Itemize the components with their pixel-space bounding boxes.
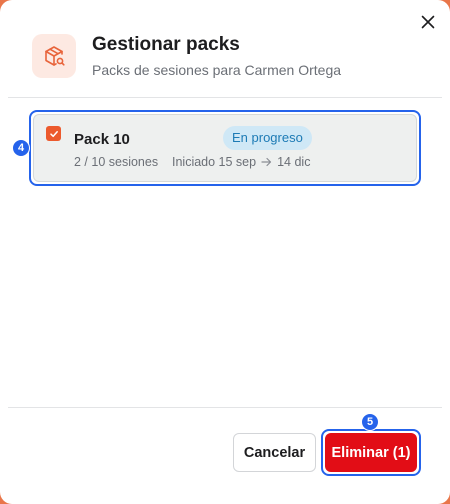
dialog-subtitle: Packs de sesiones para Carmen Ortega [92, 62, 342, 78]
delete-button[interactable]: Eliminar (1) [325, 433, 417, 472]
pack-sessions: 2 / 10 sesiones [74, 155, 159, 169]
header-divider [8, 97, 442, 98]
arrow-right-icon [261, 157, 272, 167]
package-search-icon [32, 34, 76, 78]
step-marker: 4 [12, 139, 30, 157]
status-badge: En progreso [223, 126, 312, 150]
pack-end-date: 14 dic [277, 155, 311, 169]
check-icon [49, 130, 58, 137]
pack-start-date: Iniciado 15 sep [172, 155, 257, 169]
close-button[interactable] [418, 12, 438, 32]
step-marker: 5 [361, 413, 379, 431]
manage-packs-dialog: Gestionar packs Packs de sesiones para C… [0, 0, 450, 504]
close-icon [421, 15, 435, 29]
cancel-button[interactable]: Cancelar [233, 433, 316, 472]
pack-name: Pack 10 [74, 131, 130, 148]
footer-divider [8, 407, 442, 408]
pack-dates: Iniciado 15 sep 14 dic [172, 155, 310, 169]
pack-checkbox[interactable] [46, 126, 61, 141]
dialog-title: Gestionar packs [92, 34, 240, 55]
pack-item[interactable]: Pack 10 En progreso 2 / 10 sesiones Inic… [33, 114, 417, 182]
